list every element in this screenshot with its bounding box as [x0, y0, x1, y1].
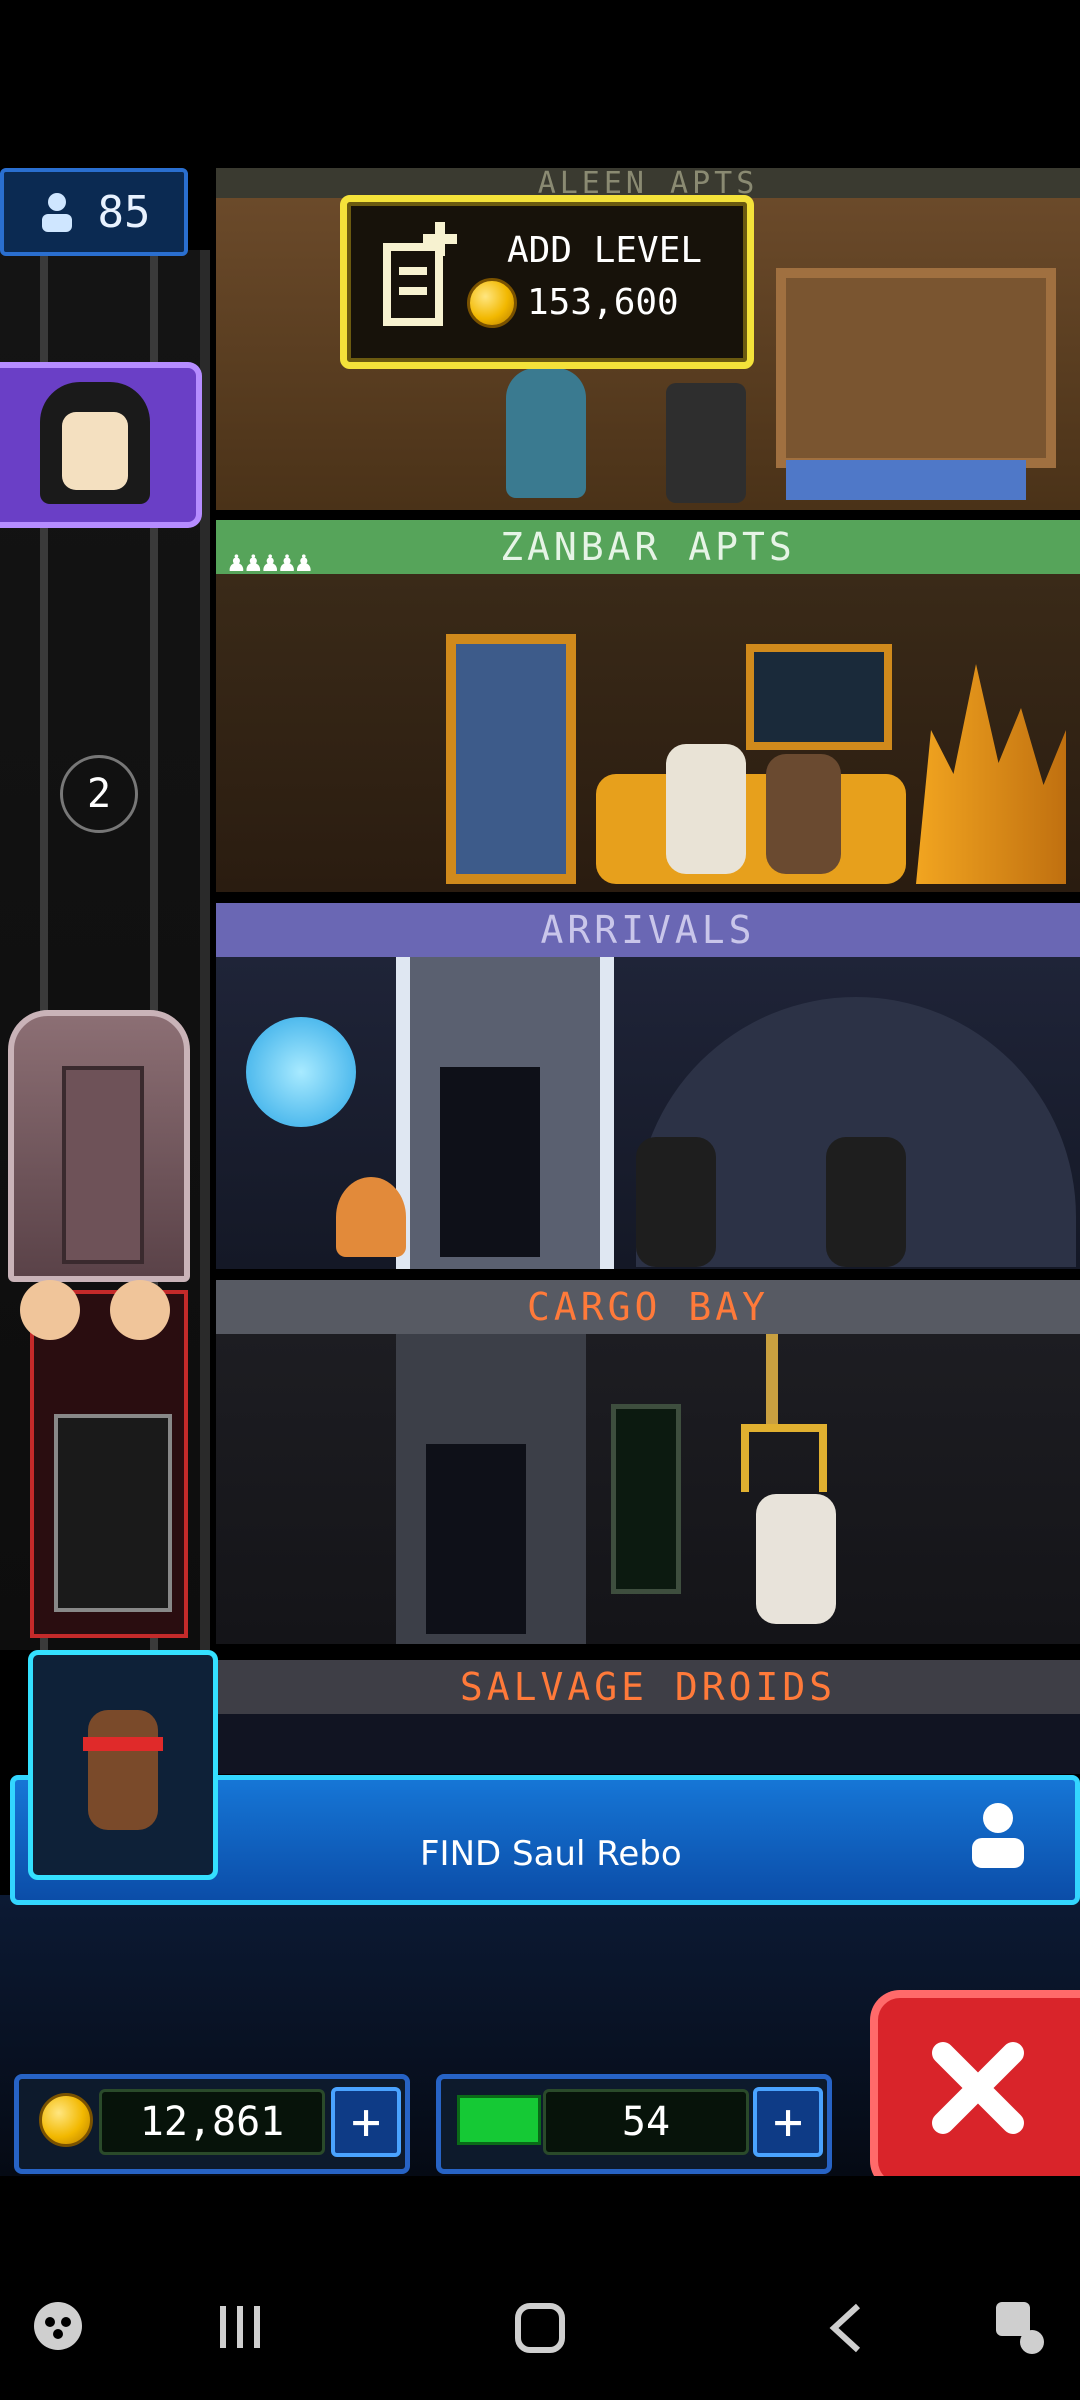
character[interactable]: [666, 383, 746, 503]
character[interactable]: [756, 1494, 836, 1624]
population-counter[interactable]: 85: [0, 168, 188, 256]
lower-shaft: [30, 1290, 188, 1638]
game-launcher-icon[interactable]: [30, 2298, 86, 2354]
hologram-globe: [246, 1017, 356, 1127]
add-credits-button[interactable]: +: [331, 2087, 401, 2157]
crane-cable: [766, 1334, 778, 1424]
floor-title-zanbar: ZANBAR APTS: [216, 520, 1080, 574]
population-value: 85: [97, 186, 151, 238]
wall-monitor: [746, 644, 892, 750]
curtain-door: [446, 634, 576, 884]
character[interactable]: [766, 754, 841, 874]
mission-text: FIND Saul Rebo: [420, 1834, 682, 1874]
floor-title-cargo: CARGO BAY: [216, 1280, 1080, 1334]
close-icon: [932, 2042, 1024, 2134]
table: [786, 460, 1026, 500]
credits-value: 12,861: [99, 2089, 325, 2155]
floor-zanbar-apts[interactable]: [216, 574, 1080, 892]
home-icon[interactable]: [512, 2300, 568, 2356]
control-panel: [611, 1404, 681, 1594]
character[interactable]: [636, 1137, 716, 1267]
wall-painting: [776, 268, 1056, 468]
floor-title-aleen: ALEEN APTS: [216, 166, 1080, 201]
close-button[interactable]: [870, 1990, 1080, 2191]
system-navigation-bar: [0, 2176, 1080, 2400]
cargo-door: [396, 1334, 586, 1644]
back-icon[interactable]: [822, 2300, 870, 2356]
character[interactable]: [506, 368, 586, 498]
mission-character-avatar[interactable]: [28, 1650, 218, 1880]
person-icon: [41, 193, 72, 232]
elevator-car[interactable]: [8, 1010, 190, 1282]
bux-bar: 54 +: [436, 2074, 832, 2174]
bux-value: 54: [543, 2089, 749, 2155]
elevator-door: [62, 1066, 144, 1264]
crystal-decoration: [916, 664, 1066, 884]
add-floor-icon: [383, 222, 457, 326]
coin-icon: [39, 2093, 93, 2147]
bux-icon: [457, 2095, 541, 2145]
sofa: [596, 774, 906, 884]
person-icon[interactable]: [968, 1800, 1028, 1870]
crane-claw: [741, 1424, 827, 1492]
add-bux-button[interactable]: +: [753, 2087, 823, 2157]
floor-salvage-droids[interactable]: [216, 1714, 1080, 1774]
lamp-icon: [20, 1280, 80, 1340]
floor-title-salvage: SALVAGE DROIDS: [216, 1660, 1080, 1714]
elevator-floor-number: 2: [60, 755, 138, 833]
recent-apps-icon[interactable]: [212, 2302, 268, 2352]
floor-cargo-bay[interactable]: [216, 1334, 1080, 1644]
floor-arrivals[interactable]: [216, 957, 1080, 1269]
lamp-icon: [110, 1280, 170, 1340]
credits-bar: 12,861 +: [14, 2074, 410, 2174]
visitor-portrait[interactable]: [0, 362, 202, 528]
add-level-button[interactable]: ADD LEVEL 153,600: [340, 195, 754, 369]
screen-assist-icon[interactable]: [992, 2298, 1048, 2358]
character[interactable]: [826, 1137, 906, 1267]
floor-title-arrivals: ARRIVALS: [216, 903, 1080, 957]
add-level-cost: 153,600: [527, 282, 679, 323]
status-bar-area: [0, 0, 1080, 168]
arrival-door: [396, 957, 614, 1269]
character[interactable]: [666, 744, 746, 874]
coin-icon: [467, 278, 517, 328]
add-level-label: ADD LEVEL: [507, 230, 703, 271]
droid-character[interactable]: [336, 1177, 406, 1257]
